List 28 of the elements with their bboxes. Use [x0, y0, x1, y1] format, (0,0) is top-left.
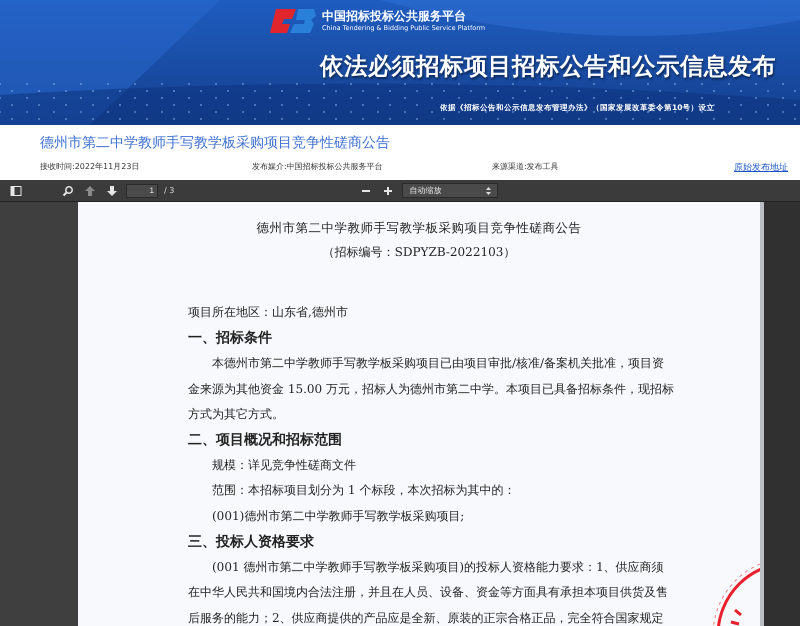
section-heading: 二、项目概况和招标范围 — [188, 431, 342, 450]
source-link[interactable]: 原始发布地址 — [734, 161, 788, 174]
paragraph: (001 德州市第二中学教师手写教学板采购项目)的投标人资格能力要求：1、供应商须 在中华人民共和国境内合法注册，并且在人员、设备、资金等方面具有承担本项目供货及售 后服务的能力；2、供应商提供的产品应是全新、原装的正宗合格正品，完全符合国家规定 — [188, 559, 668, 626]
paragraph: 规模：详见竞争性磋商文件 — [211, 457, 356, 474]
document-title: 德州市第二中学教师手写教学板采购项目竞争性磋商公告 — [256, 219, 582, 237]
paragraph: 本德州市第二中学教师手写教学板采购项目已由项目审批/核准/备案机关批准，项目资 金来源为其他资金 15.00 万元，招标人为德州市第二中学。本项目已具备招标条件，现招标 方式为其它方式。 — [188, 355, 674, 423]
plus-icon — [382, 184, 394, 196]
page-number-field[interactable]: 1 — [126, 184, 158, 198]
meta-text: 来源渠道:发布工具 — [492, 161, 560, 173]
section-heading: 三、投标人资格要求 — [188, 533, 314, 552]
meta-text: 发布媒介:中国招标投标公共服务平台 — [252, 161, 384, 173]
platform-name: 中国招标投标公共服务平台 — [322, 9, 467, 24]
meta-text: 接收时间:2022年11月23日 — [40, 161, 140, 173]
zoom-select[interactable]: 自动缩放 — [402, 183, 498, 198]
banner-headline: 依法必须招标项目招标公告和公示信息发布 — [320, 51, 776, 82]
paragraph: (001)德州市第二中学教师手写教学板采购项目; — [211, 508, 464, 525]
sidebar-icon — [10, 184, 22, 196]
logo-icon — [270, 6, 316, 36]
section-heading: 一、招标条件 — [188, 329, 272, 348]
page-total: / 3 — [164, 186, 174, 195]
article-title: 德州市第二中学教师手写教学板采购项目竞争性磋商公告 — [40, 134, 391, 152]
up-arrow-icon — [84, 184, 96, 196]
paragraph: 范围：本招标项目划分为 1 个标段，本次招标为其中的： — [211, 482, 516, 500]
caret-icon — [486, 186, 492, 194]
down-arrow-icon — [106, 184, 118, 196]
document-subtitle: （招标编号：SDPYZB-2022103） — [322, 244, 516, 261]
paragraph: 项目所在地区：山东省,德州市 — [188, 304, 348, 321]
search-icon — [62, 184, 74, 196]
